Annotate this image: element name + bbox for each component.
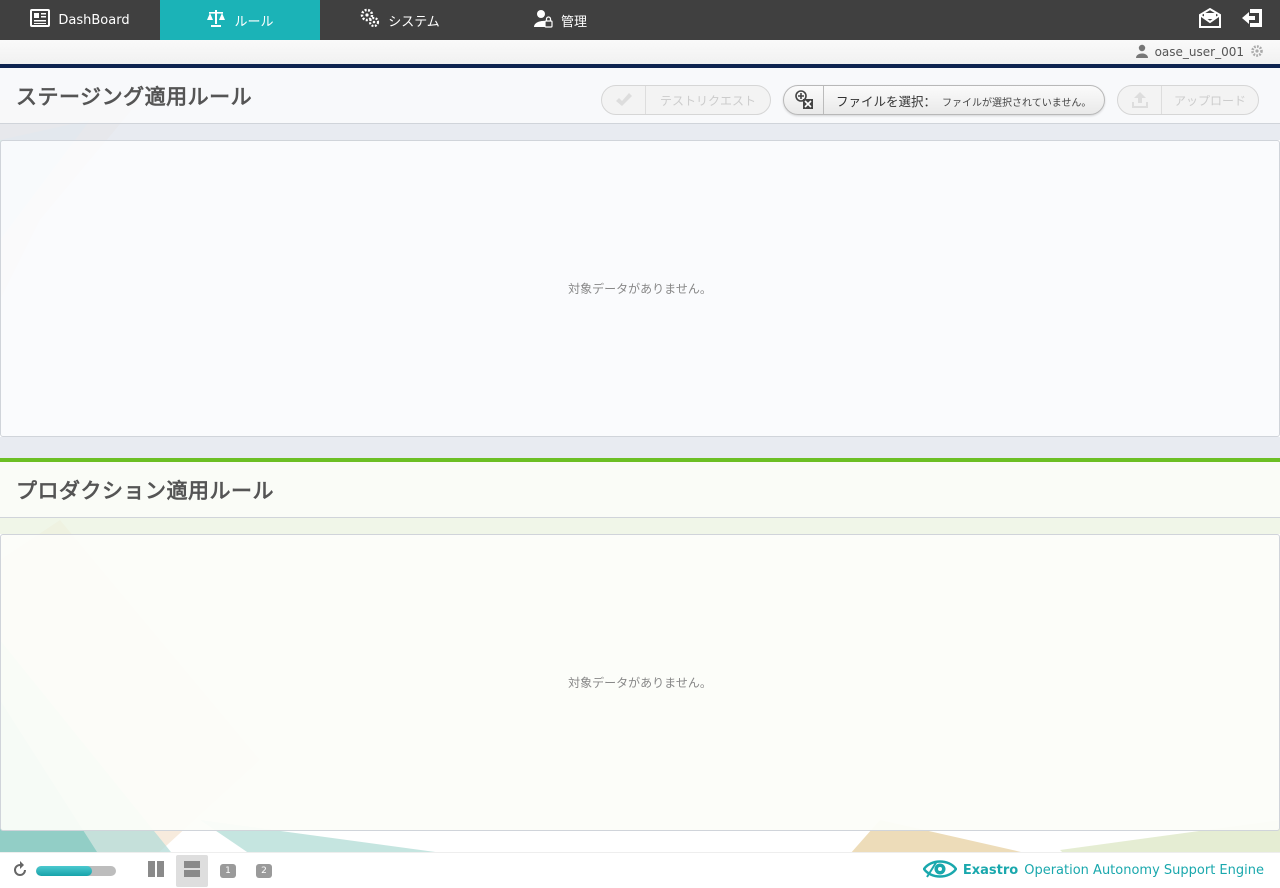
progress-fill	[36, 865, 92, 876]
user-name[interactable]: oase_user_001	[1155, 45, 1244, 59]
check-icon	[602, 86, 646, 114]
upload-label: アップロード	[1173, 93, 1246, 108]
production-header-gap	[0, 518, 1280, 534]
refresh-icon[interactable]	[12, 860, 28, 881]
layout-columns-button[interactable]	[140, 855, 172, 887]
panel-separator	[0, 437, 1280, 458]
scale-icon	[206, 8, 226, 32]
refresh-progress-bar	[36, 865, 116, 876]
gears-icon	[360, 8, 380, 32]
logout-icon[interactable]	[1240, 7, 1264, 33]
nav-rule-label: ルール	[234, 14, 274, 30]
nav-rule[interactable]: ルール	[160, 0, 320, 40]
staging-panel-header: ステージング適用ルール テストリクエスト ファイルを選択： ファイルが選択されてい…	[0, 64, 1280, 124]
mail-icon[interactable]	[1198, 7, 1222, 33]
nav-dashboard[interactable]: DashBoard	[0, 0, 160, 40]
top-navigation: DashBoard ルール システム 管理	[0, 0, 1280, 40]
footer: 1 2 Exastro Operation Autonomy Support E…	[0, 852, 1280, 888]
user-icon	[1135, 44, 1149, 61]
brand-logo: Exastro Operation Autonomy Support Engin…	[922, 857, 1280, 885]
upload-icon	[1118, 86, 1162, 114]
production-title: プロダクション適用ルール	[16, 478, 274, 503]
nav-dashboard-label: DashBoard	[58, 12, 130, 28]
brand-tagline: Operation Autonomy Support Engine	[1024, 863, 1264, 878]
upload-button[interactable]: アップロード	[1117, 85, 1259, 115]
production-rule-list: 対象データがありません。	[0, 534, 1280, 831]
rows-icon	[183, 860, 201, 882]
nav-system-label: システム	[388, 14, 440, 30]
nav-admin[interactable]: 管理	[480, 0, 640, 40]
file-select-label: ファイルを選択：	[836, 93, 937, 109]
production-panel-header: プロダクション適用ルール	[0, 458, 1280, 518]
nav-system[interactable]: システム	[320, 0, 480, 40]
nav-admin-label: 管理	[560, 14, 587, 30]
columns-icon	[147, 860, 165, 882]
production-empty-message: 対象データがありません。	[568, 676, 712, 690]
test-request-button[interactable]: テストリクエスト	[601, 85, 771, 115]
eye-logo-icon	[922, 857, 958, 885]
user-lock-icon	[533, 8, 553, 32]
staging-empty-message: 対象データがありません。	[568, 282, 712, 296]
brand-name: Exastro	[962, 863, 1019, 878]
user-bar: oase_user_001	[0, 40, 1280, 64]
layout-rows-button[interactable]	[176, 854, 208, 887]
panel-2-button[interactable]: 2	[256, 863, 272, 878]
staging-title: ステージング適用ルール	[16, 84, 253, 109]
file-none-label: ファイルが選択されていません。	[942, 97, 1092, 109]
panel-1-button[interactable]: 1	[220, 863, 236, 878]
staging-rule-list: 対象データがありません。	[0, 140, 1280, 437]
dashboard-icon	[30, 8, 51, 32]
settings-gear-icon[interactable]	[1250, 44, 1264, 61]
staging-header-gap	[0, 124, 1280, 140]
excel-file-icon	[784, 86, 824, 114]
file-select-button[interactable]: ファイルを選択： ファイルが選択されていません。	[783, 85, 1105, 115]
test-request-label: テストリクエスト	[659, 93, 756, 108]
